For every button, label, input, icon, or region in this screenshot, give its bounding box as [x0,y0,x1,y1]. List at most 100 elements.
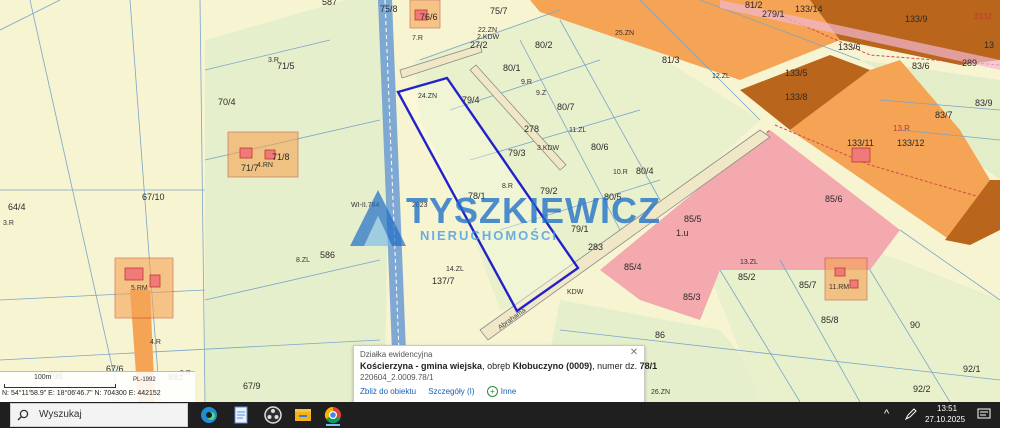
projection-label: PL-1992 [133,377,156,383]
popup-place: Kościerzyna - gmina wiejska [360,361,483,371]
map-label: 80/6 [591,142,609,152]
map-label: 92/1 [963,364,981,374]
map-label: 67/9 [243,381,261,391]
map-label: 85/4 [624,262,642,272]
map-label: 25.ZN [615,30,634,37]
file-explorer-app-button[interactable] [290,404,316,426]
map-label: 14.ZL [446,266,464,273]
bottom-margin [0,428,1024,436]
popup-number-text: , numer dz. [592,361,640,371]
scale-bar: 100m PL-1992 N: 54°11'58.9" E: 18°06'46.… [0,371,195,402]
popup-parcel-description: Kościerzyna - gmina wiejska, obręb Kłobu… [360,361,657,371]
clock-date[interactable]: 27.10.2025 [925,415,965,424]
map-label: 9.R [521,79,532,86]
map-label: 67/10 [142,192,165,202]
map-label: 92/2 [913,384,931,394]
zoom-to-object-link[interactable]: Zbliż do obiektu [360,387,416,396]
other-link-label: Inne [500,387,517,396]
map-label: 85/3 [683,292,701,302]
map-label: 3.R [268,57,279,64]
map-label: 8.ZL [296,257,310,264]
edge-icon [201,407,217,423]
map-label: 11.ZL [569,127,586,134]
details-link[interactable]: Szczegóły (I) [428,387,474,396]
map-label: 13.R [893,124,910,133]
chrome-app-button[interactable] [320,404,346,426]
popup-precinct-text: , obręb [482,361,513,371]
popup-precinct: Kłobuczyno (0009) [512,361,593,371]
watermark-name: TYSZKIEWICZ [406,190,661,231]
map-label: 79/3 [508,148,526,158]
map-label: 279/1 [762,9,785,19]
taskbar: Wyszukaj ^ 13:51 27.10.2025 [0,402,1000,428]
cursor-coordinates: N: 54°11'58.9" E: 18°06'46.7" N: 704300 … [2,390,161,397]
file-explorer-icon [295,409,311,421]
pen-icon[interactable] [904,407,918,421]
right-margin [1000,0,1024,402]
map-label: 80/7 [557,102,575,112]
map-label: 289 [962,58,977,68]
popup-parcel-id: 220604_2.0009.78/1 [360,373,434,382]
map-label: 587 [322,0,337,7]
map-label: 4.RN [257,162,273,169]
map-label: 85/7 [799,280,817,290]
start-button[interactable] [0,402,10,428]
map-label: 71/5 [277,61,295,71]
notepad-icon [234,406,248,424]
map-label: 9.Z [536,90,547,97]
map-label: 12.ZL [712,73,730,80]
map-label: 80/4 [636,166,654,176]
map-label: 75/7 [490,6,508,16]
map-label: KDW [567,289,584,296]
map-label: 27/2 [470,40,488,50]
map-label: 13 [984,40,994,50]
obs-icon [264,406,282,424]
map-label: 85/5 [684,214,702,224]
notepad-app-button[interactable] [228,404,254,426]
map-label: 86 [655,330,665,340]
map-label: 4.R [150,339,161,346]
watermark: TYSZKIEWICZ NIERUCHOMOŚCI [348,188,683,250]
search-icon [17,409,29,421]
map-label: 70/4 [218,97,236,107]
map-label: 22.ZN [478,27,497,34]
map-label: 81/3 [662,55,680,65]
clock-time[interactable]: 13:51 [937,404,957,413]
map-label: 83/9 [975,98,993,108]
map-label: 7.R [412,35,423,42]
map-label: 133/5 [785,68,808,78]
map-label: 24.ZN [418,93,437,100]
popup-close-icon[interactable]: ✕ [629,348,639,358]
search-placeholder: Wyszukaj [39,409,82,420]
map-label: 11.RM [829,284,849,291]
map-label: 133/8 [785,92,808,102]
map-label: 64/4 [8,202,26,212]
map-label: 3.KDW [537,145,560,152]
map-label: 133/14 [795,4,823,14]
notification-icon[interactable] [977,407,991,421]
map-label: 85/8 [821,315,839,325]
map-label: 81/2 [745,0,763,10]
map-label: 137/7 [432,276,455,286]
map-label: 13.ZL [740,259,758,266]
parcel-info-popup: Działka ewidencyjna ✕ Kościerzyna - gmin… [353,345,657,403]
map-label: 133/6 [838,42,861,52]
scale-line [4,384,116,388]
other-link[interactable]: + Inne [486,386,527,397]
chrome-icon [324,406,341,424]
map-label: 90 [910,320,920,330]
watermark-logo-icon [350,190,406,246]
map-label: 80/1 [503,63,521,73]
edge-app-button[interactable] [196,404,222,426]
obs-app-button[interactable] [260,404,286,426]
map-label: 10.R [613,169,628,176]
map-label: 80/2 [535,40,553,50]
taskbar-search-box[interactable]: Wyszukaj [10,403,188,427]
popup-heading: Działka ewidencyjna [360,350,433,359]
map-label: 5.RM [131,285,148,292]
map-label: 85/6 [825,194,843,204]
scale-label: 100m [34,374,52,381]
tray-chevron-up-icon[interactable]: ^ [884,408,889,420]
popup-links: Zbliż do obiektu Szczegóły (I) + Inne [360,386,536,397]
map-label: 3132 [974,12,992,21]
